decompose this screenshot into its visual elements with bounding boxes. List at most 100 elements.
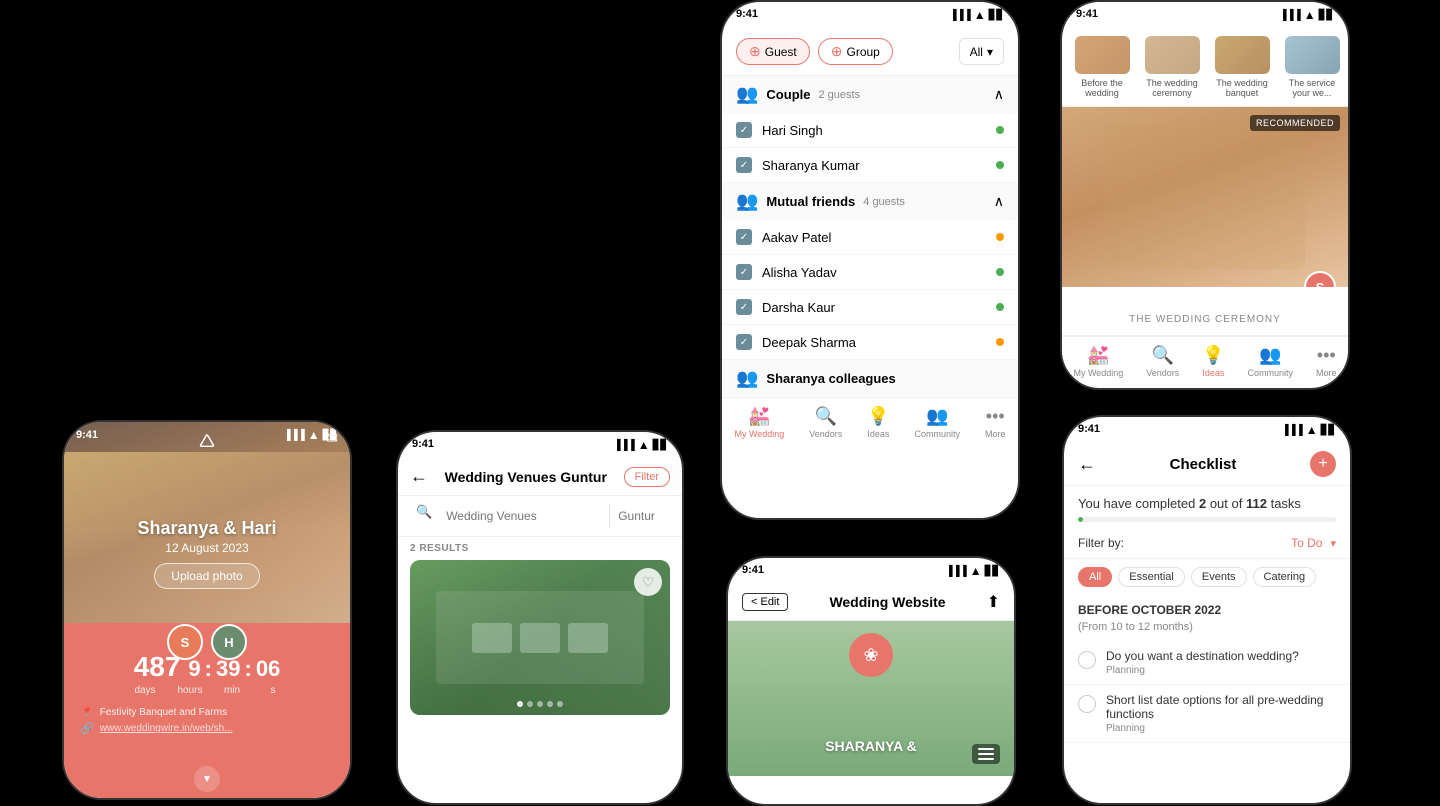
section-sub: (From 10 to 12 months) [1064,621,1350,641]
checklist-progress: You have completed 2 out of 112 tasks [1064,486,1350,528]
task-check-2[interactable] [1078,695,1096,713]
guest-item-sharanya[interactable]: Sharanya Kumar [722,148,1018,183]
add-task-button[interactable]: + [1310,451,1336,477]
website-header: < Edit Wedding Website ⬆ [728,584,1014,621]
step-label-4: The service your we... [1282,78,1342,98]
chip-all[interactable]: All [1078,567,1112,587]
check-deepak[interactable] [736,334,752,350]
edit-button[interactable]: < Edit [742,593,788,611]
guest-item-hari[interactable]: Hari Singh [722,113,1018,148]
status-bar-4: 9:41 ▐▐▐▲▊▊ [728,558,1014,584]
nav5-ideas[interactable]: 💡 Ideas [1202,345,1224,378]
nav5-vendors[interactable]: 🔍 Vendors [1146,345,1179,378]
status-time-4: 9:41 [742,564,764,578]
nav-ideas[interactable]: 💡 Ideas [867,406,889,439]
progress-completed: 2 [1199,496,1206,511]
venue-search-input[interactable] [438,504,610,528]
step-wedding-banquet[interactable]: The wedding banquet [1212,36,1272,98]
status-dot-sharanya [996,161,1004,169]
step-thumb-1 [1075,36,1130,74]
nav5-my-wedding[interactable]: 💒 My Wedding [1073,345,1123,378]
image-dots [517,701,563,707]
dot-1 [517,701,523,707]
dot-2 [527,701,533,707]
guest-item-alisha[interactable]: Alisha Yadav [722,255,1018,290]
phone-checklist: 9:41 ▐▐▐▲▊▊ ← Checklist + You have compl… [1062,415,1352,805]
share-icon[interactable]: ⬆ [987,592,1000,612]
guest-item-darsha[interactable]: Darsha Kaur [722,290,1018,325]
ceremony-steps-scroll: Before the wedding The wedding ceremony … [1062,28,1348,107]
guest-item-aakav[interactable]: Aakav Patel [722,220,1018,255]
task-check-1[interactable] [1078,651,1096,669]
phone-wedding-countdown: 9:41 ▐▐▐ ▲ ▊▊ ✉ 🛆 Sharanya & Hari 12 Aug… [62,420,352,800]
favorite-button[interactable]: ♡ [634,568,662,596]
nav5-community[interactable]: 👥 Community [1248,345,1294,378]
check-sharanya[interactable] [736,157,752,173]
vendors-icon: 🔍 [815,406,837,427]
nav-vendors[interactable]: 🔍 Vendors [809,406,842,439]
venue-url[interactable]: www.weddingwire.in/web/sh... [100,723,233,734]
status-time-5: 9:41 [1076,8,1098,22]
check-aakav[interactable] [736,229,752,245]
collapse-couple-icon[interactable]: ∧ [994,86,1004,103]
location-search-input[interactable] [610,504,684,528]
phone-ideas: 9:41 ▐▐▐▲▊▊ Before the wedding The weddi… [1060,0,1350,390]
chip-events[interactable]: Events [1191,567,1247,587]
collapse-mutual-icon[interactable]: ∧ [994,193,1004,210]
check-alisha[interactable] [736,264,752,280]
guest-name-hari: Hari Singh [762,123,996,138]
results-count: 2 RESULTS [398,537,682,560]
back-icon-2[interactable]: ← [410,466,428,487]
filter-chips: All Essential Events Catering [1064,559,1350,595]
checklist-title: Checklist [1096,456,1310,473]
status-bar: 9:41 ▐▐▐▲▊▊ [398,432,682,458]
step-before-wedding[interactable]: Before the wedding [1072,36,1132,98]
sec-label: s [253,685,293,696]
task-item-2[interactable]: Short list date options for all pre-wedd… [1064,685,1350,743]
status-bar-5: 9:41 ▐▐▐▲▊▊ [1062,2,1348,28]
chip-essential[interactable]: Essential [1118,567,1185,587]
website-couple-names: SHARANYA & [825,738,917,754]
guest-tab-button[interactable]: ⊕ Guest [736,38,810,65]
task-item-1[interactable]: Do you want a destination wedding? Plann… [1064,641,1350,685]
upload-photo-button[interactable]: Upload photo [154,563,259,589]
expand-button[interactable]: ▼ [194,766,220,792]
status-time: 9:41 [76,429,98,441]
nav-my-wedding[interactable]: 💒 My Wedding [734,406,784,439]
nav5-ideas-label: Ideas [1202,368,1224,378]
couple-group-count: 2 guests [818,89,860,101]
step-wedding-ceremony[interactable]: The wedding ceremony [1142,36,1202,98]
countdown-labels: days hours min s [121,685,293,696]
step-service[interactable]: The service your we... [1282,36,1342,98]
guest-name-sharanya: Sharanya Kumar [762,158,996,173]
nav-community[interactable]: 👥 Community [915,406,961,439]
hamburger-menu-button[interactable] [972,744,1000,764]
guest-item-deepak[interactable]: Deepak Sharma [722,325,1018,360]
nav-community-label: Community [915,429,961,439]
phone-wedding-website: 9:41 ▐▐▐▲▊▊ < Edit Wedding Website ⬆ ❀ S… [726,556,1016,806]
venue-card-image [410,560,670,715]
recommended-badge: RECOMMENDED [1250,115,1340,131]
nav-more[interactable]: ••• More [985,406,1006,439]
filter-button[interactable]: Filter [624,467,670,487]
phone-guest-list: 9:41 ▐▐▐▲▊▊ ⊕ Guest ⊕ Group All ▾ 👥 Coup… [720,0,1020,520]
task-title-2: Short list date options for all pre-wedd… [1106,693,1336,721]
status-icons-6: ▐▐▐▲▊▊ [1281,423,1336,437]
nav5-community-icon: 👥 [1259,345,1281,366]
check-hari[interactable] [736,122,752,138]
check-darsha[interactable] [736,299,752,315]
venue-url-row: 🔗 www.weddingwire.in/web/sh... [80,722,334,735]
all-dropdown[interactable]: All ▾ [959,38,1004,65]
progress-suffix: tasks [1271,496,1301,511]
back-icon-6[interactable]: ← [1078,454,1096,475]
chip-catering[interactable]: Catering [1253,567,1317,587]
status-dot-hari [996,126,1004,134]
nav5-more[interactable]: ••• More [1316,345,1337,378]
group-tab-button[interactable]: ⊕ Group [818,38,893,65]
status-icons-4: ▐▐▐▲▊▊ [945,564,1000,578]
nav-ideas-label: Ideas [867,429,889,439]
hamburger-line-3 [978,758,994,760]
all-label: All [970,45,983,59]
colleagues-icon: 👥 [736,368,758,389]
filter-todo-dropdown[interactable]: To Do [1291,536,1322,550]
